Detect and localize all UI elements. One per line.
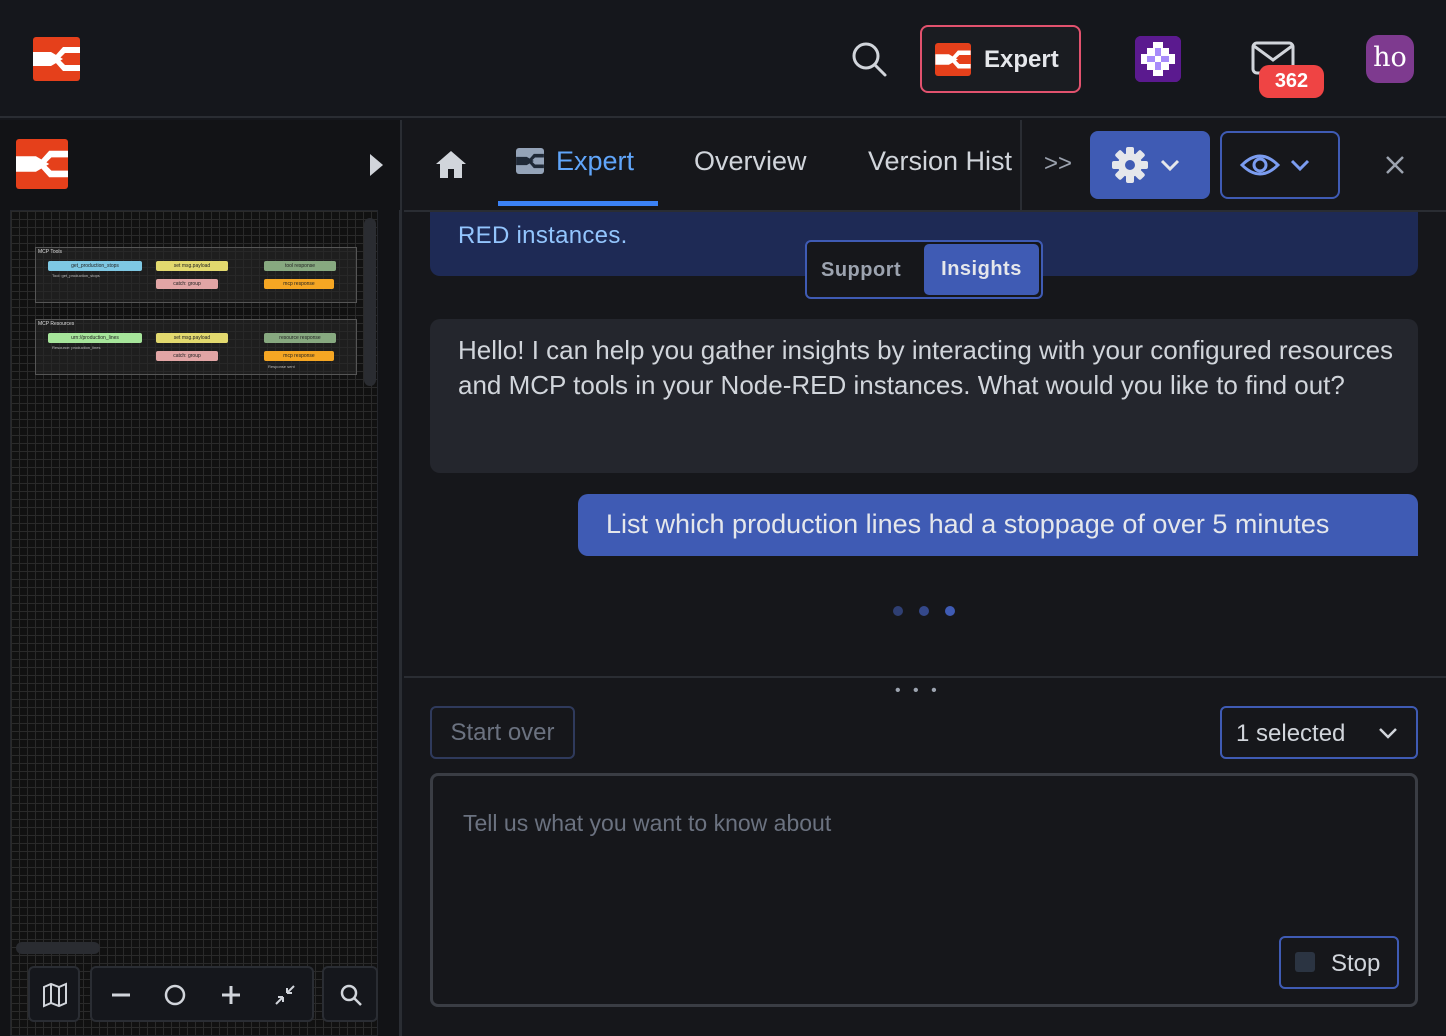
flow-editor-pane: MCP Tools get_production_stops Tool: get… bbox=[0, 120, 402, 1036]
flow-node[interactable]: get_production_stops bbox=[48, 261, 142, 271]
team-avatar-icon[interactable] bbox=[1135, 36, 1181, 82]
composer-divider bbox=[404, 676, 1446, 678]
user-message-bubble: List which production lines had a stoppa… bbox=[578, 494, 1418, 556]
tab-divider bbox=[1020, 120, 1022, 212]
node-status-label: Response sent bbox=[268, 364, 295, 369]
assistant-message-bubble: Hello! I can help you gather insights by… bbox=[430, 319, 1418, 473]
flow-node[interactable]: catch: group bbox=[156, 351, 218, 361]
notifications-count-badge: 362 bbox=[1259, 65, 1324, 98]
visibility-dropdown-button[interactable] bbox=[1220, 131, 1340, 199]
mode-support-button[interactable]: Support bbox=[821, 259, 901, 282]
flowfuse-logo[interactable] bbox=[33, 37, 80, 81]
message-input-placeholder: Tell us what you want to know about bbox=[463, 810, 832, 836]
user-avatar[interactable]: ho bbox=[1366, 35, 1414, 83]
expert-button-label: Expert bbox=[984, 46, 1059, 73]
tab-expert[interactable]: Expert bbox=[556, 146, 634, 177]
start-over-button[interactable]: Start over bbox=[430, 706, 575, 759]
flow-node[interactable]: mcp response bbox=[264, 279, 334, 289]
previous-message-text: RED instances. bbox=[458, 222, 628, 249]
flow-node[interactable]: set msg.payload bbox=[156, 333, 228, 343]
settings-dropdown-button[interactable] bbox=[1090, 131, 1210, 199]
flow-node[interactable]: mcp response bbox=[264, 351, 334, 361]
canvas-horizontal-scrollbar[interactable] bbox=[16, 942, 100, 954]
flow-node[interactable]: tool response bbox=[264, 261, 336, 271]
search-toolbar bbox=[322, 966, 378, 1022]
typing-indicator-dot bbox=[893, 606, 903, 616]
flow-group-title: MCP Tools bbox=[38, 249, 62, 255]
flow-group-mcp-tools[interactable]: MCP Tools get_production_stops Tool: get… bbox=[35, 247, 357, 303]
active-tab-indicator bbox=[498, 201, 658, 206]
gear-icon bbox=[1112, 147, 1180, 183]
home-icon[interactable] bbox=[434, 148, 468, 180]
flow-node[interactable]: set msg.payload bbox=[156, 261, 228, 271]
canvas-vertical-scrollbar[interactable] bbox=[364, 218, 376, 386]
search-icon[interactable] bbox=[850, 40, 888, 78]
assistant-message-text: Hello! I can help you gather insights by… bbox=[458, 335, 1394, 400]
flow-editor-header bbox=[0, 120, 400, 210]
stop-icon bbox=[1295, 952, 1315, 972]
expert-panel: Expert Overview Version Hist >> RED inst… bbox=[404, 120, 1446, 1036]
message-input[interactable]: Tell us what you want to know about Stop bbox=[430, 773, 1418, 1007]
flow-node[interactable]: catch: group bbox=[156, 279, 218, 289]
typing-indicator-dot bbox=[945, 606, 955, 616]
expert-button[interactable]: Expert bbox=[920, 25, 1081, 93]
search-flow-icon[interactable] bbox=[338, 982, 364, 1008]
fit-view-icon[interactable] bbox=[272, 982, 298, 1008]
flow-group-mcp-resources[interactable]: MCP Resources urn://production_lines Res… bbox=[35, 319, 357, 375]
expand-panel-icon[interactable] bbox=[367, 152, 385, 178]
mode-insights-button[interactable]: Insights bbox=[924, 244, 1039, 295]
zoom-in-icon[interactable] bbox=[218, 982, 244, 1008]
top-navigation-bar: Expert 362 ho bbox=[0, 0, 1446, 118]
panel-tab-bar: Expert Overview Version Hist >> bbox=[404, 120, 1446, 212]
node-red-logo bbox=[16, 139, 68, 189]
more-tabs-button[interactable]: >> bbox=[1044, 150, 1072, 178]
flow-group-title: MCP Resources bbox=[38, 321, 75, 327]
instance-selector-value: 1 selected bbox=[1236, 720, 1346, 747]
stop-button[interactable]: Stop bbox=[1279, 936, 1399, 989]
flow-node[interactable]: resource response bbox=[264, 333, 336, 343]
map-icon[interactable] bbox=[42, 982, 68, 1008]
close-icon[interactable] bbox=[1384, 154, 1406, 176]
tab-overview[interactable]: Overview bbox=[694, 146, 807, 177]
user-message-text: List which production lines had a stoppa… bbox=[606, 509, 1330, 539]
flow-canvas[interactable]: MCP Tools get_production_stops Tool: get… bbox=[10, 210, 378, 1036]
zoom-out-icon[interactable] bbox=[108, 982, 134, 1008]
navigator-toolbar bbox=[28, 966, 80, 1022]
flow-node[interactable]: urn://production_lines bbox=[48, 333, 142, 343]
resize-handle[interactable]: • • • bbox=[895, 682, 941, 700]
mode-toggle: Support Insights bbox=[805, 240, 1043, 299]
instance-selector[interactable]: 1 selected bbox=[1220, 706, 1418, 759]
chevron-down-icon bbox=[1379, 728, 1397, 739]
expert-logo-icon bbox=[935, 43, 971, 76]
zoom-reset-icon[interactable] bbox=[162, 982, 188, 1008]
node-status-label: Resource: production_lines bbox=[52, 345, 101, 350]
stop-button-label: Stop bbox=[1331, 950, 1381, 977]
zoom-toolbar bbox=[90, 966, 314, 1022]
chat-history[interactable]: RED instances. Support Insights Hello! I… bbox=[404, 212, 1446, 676]
node-status-label: Tool: get_production_stops bbox=[52, 273, 100, 278]
expert-tab-icon bbox=[516, 148, 544, 174]
tab-version-history[interactable]: Version Hist bbox=[868, 146, 1020, 177]
typing-indicator-dot bbox=[919, 606, 929, 616]
eye-icon bbox=[1239, 154, 1310, 176]
